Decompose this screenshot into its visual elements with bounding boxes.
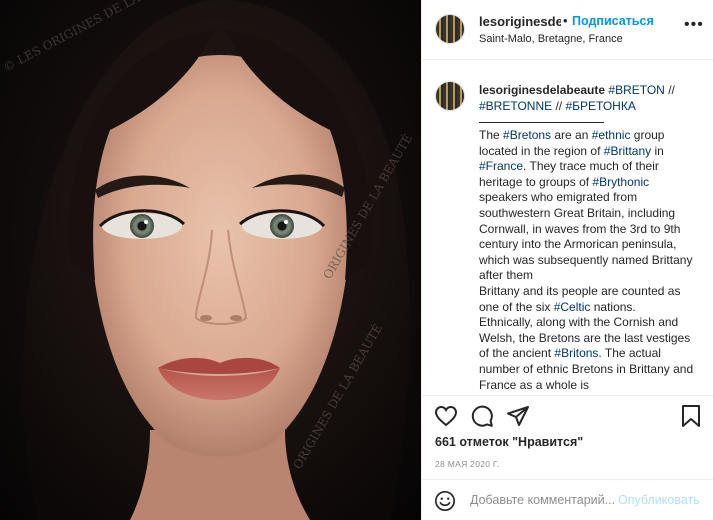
follow-button[interactable]: Подписаться — [572, 14, 654, 28]
portrait-illustration: © LES ORIGINES DE LA BEAUTÉ ORIGINES DE … — [0, 0, 415, 520]
hashtag-link[interactable]: #BRETON — [608, 83, 664, 97]
hashtag-link[interactable]: #Brittany — [604, 144, 651, 158]
comment-input[interactable] — [470, 490, 616, 510]
likes-count[interactable]: 661 отметок "Нравится" — [435, 435, 583, 449]
location-link[interactable]: Saint-Malo, Bretagne, France — [479, 33, 623, 45]
caption-text: nations. — [590, 299, 636, 314]
header-username[interactable]: lesoriginesdelabeaute — [479, 14, 561, 29]
action-bar — [422, 395, 713, 435]
share-icon[interactable] — [506, 404, 530, 428]
caption-text: in — [651, 143, 664, 158]
hashtag-link[interactable]: #France — [479, 159, 523, 173]
comment-icon[interactable] — [470, 404, 494, 428]
hashtag-link[interactable]: #Brythonic — [592, 175, 649, 189]
post-side-panel: lesoriginesdelabeaute • Подписаться Sain… — [421, 0, 713, 520]
hashtag-link[interactable]: #Britons — [554, 346, 598, 360]
hashtag-link[interactable]: #Bretons — [503, 128, 551, 142]
ellipsis-icon[interactable]: ••• — [684, 16, 704, 34]
comment-form: Опубликовать — [422, 479, 713, 520]
caption-divider — [479, 122, 604, 123]
avatar[interactable] — [435, 14, 465, 44]
hashtag-link[interactable]: #БРЕТОНКА — [565, 99, 635, 113]
separator-dot: • — [563, 13, 568, 28]
caption-text: speakers who emigrated from southwestern… — [479, 190, 693, 283]
heart-icon[interactable] — [434, 404, 458, 428]
hashtag-link[interactable]: #BRETONNE — [479, 99, 552, 113]
caption-text: The — [479, 128, 504, 142]
hashtag-link[interactable]: #ethnic — [592, 128, 631, 142]
caption-avatar[interactable] — [435, 81, 465, 111]
caption-text: // — [552, 99, 566, 113]
caption-title: lesoriginesdelabeaute #BRETON // #BRETON… — [479, 82, 701, 114]
caption-body: The #Bretons are an #ethnic group locate… — [479, 128, 701, 393]
bookmark-icon[interactable] — [679, 404, 703, 428]
caption-text: are an — [551, 128, 592, 142]
post-header: lesoriginesdelabeaute • Подписаться Sain… — [422, 0, 713, 60]
caption-text: // — [664, 83, 675, 97]
hashtag-link[interactable]: #Celtic — [554, 300, 591, 314]
caption-username[interactable]: lesoriginesdelabeaute — [479, 83, 605, 97]
caption-area[interactable]: lesoriginesdelabeaute #BRETON // #BRETON… — [422, 60, 713, 395]
emoji-icon[interactable] — [434, 490, 456, 512]
publish-button[interactable]: Опубликовать — [618, 493, 700, 507]
post-photo[interactable]: © LES ORIGINES DE LA BEAUTÉ ORIGINES DE … — [0, 0, 421, 520]
post-date[interactable]: 28 МАЯ 2020 Г. — [435, 459, 499, 469]
